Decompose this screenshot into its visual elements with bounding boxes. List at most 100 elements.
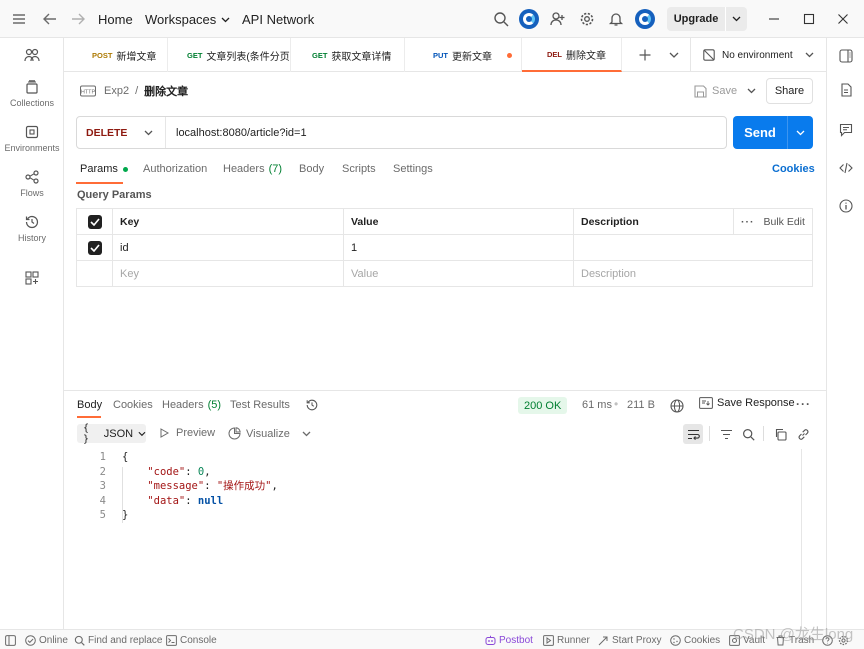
sidebar-item-label: History xyxy=(17,233,46,243)
response-history-icon[interactable] xyxy=(302,395,322,415)
request-title[interactable]: 删除文章 xyxy=(144,83,188,99)
visualize-button[interactable]: Visualize xyxy=(228,427,311,440)
method-select[interactable]: DELETE xyxy=(77,117,166,148)
breadcrumb-collection[interactable]: Exp2 xyxy=(104,85,129,97)
code-snippet-icon[interactable] xyxy=(836,158,856,178)
response-size[interactable]: 211 B xyxy=(627,399,655,411)
upgrade-button[interactable]: Upgrade xyxy=(667,7,747,31)
more-options-icon: ··· xyxy=(741,216,755,228)
sidebar-item-collections[interactable]: Collections xyxy=(0,80,64,108)
link-icon[interactable] xyxy=(793,424,813,444)
online-status[interactable]: Online xyxy=(25,630,68,649)
tab-post-new-article[interactable]: POST 新增文章 xyxy=(64,38,168,72)
save-button[interactable]: Save xyxy=(694,82,737,100)
tab-get-article-detail[interactable]: GET 获取文章详情 xyxy=(291,38,405,72)
workspace-avatar[interactable] xyxy=(519,9,539,29)
tab-settings[interactable]: Settings xyxy=(393,163,433,175)
copy-icon[interactable] xyxy=(770,424,790,444)
comments-icon[interactable] xyxy=(836,120,856,140)
settings-gear-icon[interactable] xyxy=(577,9,597,29)
wrap-lines-icon[interactable] xyxy=(683,424,703,444)
row-checkbox-empty xyxy=(77,261,113,287)
param-key-placeholder[interactable]: Key xyxy=(113,261,344,287)
param-key-cell[interactable]: id xyxy=(113,235,344,261)
console-button[interactable]: Console xyxy=(166,630,217,649)
breadcrumb-separator: / xyxy=(135,85,139,97)
notification-bell-icon[interactable] xyxy=(606,9,626,29)
forward-arrow-icon[interactable] xyxy=(68,9,88,29)
preview-button[interactable]: Preview xyxy=(160,427,215,439)
filter-icon[interactable] xyxy=(716,424,736,444)
cookies-link[interactable]: Cookies xyxy=(772,163,815,175)
flows-icon xyxy=(25,170,39,184)
back-arrow-icon[interactable] xyxy=(40,9,60,29)
row-checkbox[interactable] xyxy=(77,235,113,261)
invite-user-icon[interactable] xyxy=(548,9,568,29)
response-tab-cookies[interactable]: Cookies xyxy=(113,399,153,411)
runner-button[interactable]: Runner xyxy=(543,630,590,649)
url-input[interactable]: localhost:8080/article?id=1 xyxy=(176,117,307,148)
tab-params[interactable]: Params xyxy=(80,163,128,175)
tab-get-article-list[interactable]: GET 文章列表(条件分页 xyxy=(168,38,291,72)
maximize-window-icon[interactable] xyxy=(799,9,819,29)
sidebar-toggle-icon[interactable] xyxy=(836,46,856,66)
sidebar-item-configure[interactable] xyxy=(0,271,64,285)
sidebar-item-history[interactable]: History xyxy=(0,215,64,243)
param-value-placeholder[interactable]: Value xyxy=(344,261,574,287)
workspaces-menu[interactable]: Workspaces xyxy=(145,12,230,27)
tab-headers[interactable]: Headers (7) xyxy=(223,163,282,175)
tab-delete-article[interactable]: DEL 删除文章 xyxy=(522,38,622,72)
documentation-icon[interactable] xyxy=(836,80,856,100)
cookies-button[interactable]: Cookies xyxy=(670,630,720,649)
find-replace-button[interactable]: Find and replace xyxy=(74,630,163,649)
status-badge[interactable]: 200 OK xyxy=(518,397,568,414)
param-description-placeholder[interactable]: Description xyxy=(574,261,812,287)
tab-put-update-article[interactable]: PUT 更新文章 xyxy=(405,38,522,72)
bulk-edit-button[interactable]: ··· Bulk Edit xyxy=(734,209,812,235)
user-avatar[interactable] xyxy=(635,9,655,29)
select-all-checkbox[interactable] xyxy=(77,209,113,235)
sidebar-item-flows[interactable]: Flows xyxy=(0,170,64,198)
response-headers-label: Headers xyxy=(162,399,204,411)
param-description-cell[interactable] xyxy=(574,235,812,261)
globe-icon[interactable] xyxy=(667,396,687,416)
home-link[interactable]: Home xyxy=(98,12,133,27)
preview-label: Preview xyxy=(176,427,216,439)
new-tab-plus-icon[interactable] xyxy=(635,45,655,65)
search-response-icon[interactable] xyxy=(738,424,758,444)
sidebar-item-team[interactable] xyxy=(0,48,64,62)
param-value-cell[interactable]: 1 xyxy=(344,235,574,261)
response-divider[interactable] xyxy=(64,390,826,391)
method-label: DELETE xyxy=(86,126,128,139)
more-options-icon[interactable]: ··· xyxy=(796,397,811,411)
chevron-down-icon xyxy=(302,431,311,436)
tab-body[interactable]: Body xyxy=(299,163,324,175)
api-network-link[interactable]: API Network xyxy=(242,12,314,27)
query-params-title: Query Params xyxy=(77,189,152,201)
response-tab-headers[interactable]: Headers (5) xyxy=(162,399,221,411)
minimize-window-icon[interactable] xyxy=(764,9,784,29)
share-button[interactable]: Share xyxy=(766,78,813,104)
workspaces-label: Workspaces xyxy=(145,12,217,27)
console-label: Console xyxy=(180,634,217,646)
tab-authorization[interactable]: Authorization xyxy=(143,163,207,175)
response-tab-body[interactable]: Body xyxy=(77,399,102,411)
environment-selector[interactable]: No environment xyxy=(690,38,826,72)
save-response-button[interactable]: Save Response xyxy=(699,397,795,409)
start-proxy-button[interactable]: Start Proxy xyxy=(598,630,661,649)
search-icon[interactable] xyxy=(491,9,511,29)
sidebar-item-environments[interactable]: Environments xyxy=(0,125,64,153)
response-tab-test-results[interactable]: Test Results xyxy=(230,399,290,411)
toggle-sidebar-button[interactable] xyxy=(5,630,19,649)
postbot-button[interactable]: Postbot xyxy=(485,630,533,649)
format-select[interactable]: { } JSON xyxy=(77,423,146,445)
tabs-overflow-chevron-icon[interactable] xyxy=(664,45,684,65)
response-time[interactable]: 61 ms xyxy=(582,399,612,411)
send-button[interactable]: Send xyxy=(733,116,813,149)
close-window-icon[interactable] xyxy=(833,9,853,29)
info-icon[interactable] xyxy=(836,196,856,216)
tab-scripts[interactable]: Scripts xyxy=(342,163,376,175)
save-options-chevron-icon[interactable] xyxy=(741,81,761,101)
menu-icon[interactable] xyxy=(9,9,29,29)
right-sidebar xyxy=(826,38,864,629)
